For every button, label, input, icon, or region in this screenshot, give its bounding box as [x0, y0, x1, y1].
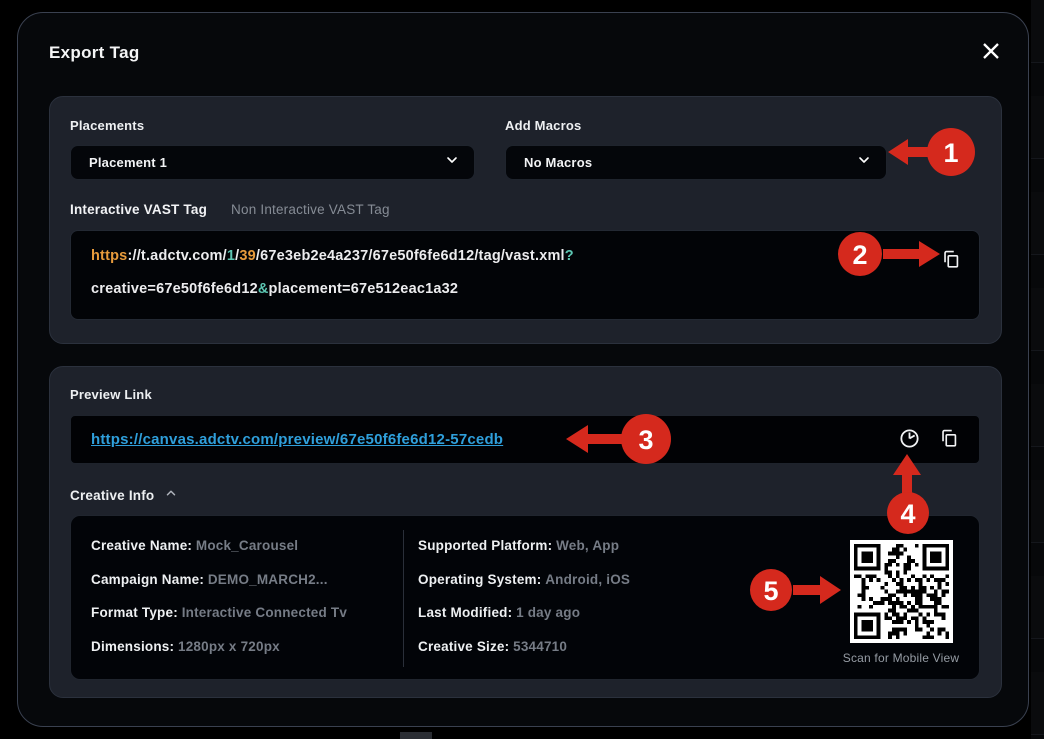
url-segment: 39 [239, 248, 256, 264]
preview-link-label: Preview Link [70, 387, 152, 402]
placements-label: Placements [70, 118, 144, 133]
url-segment: & [258, 281, 269, 297]
info-value: Mock_Carousel [196, 538, 298, 553]
info-value: Android, iOS [545, 572, 630, 587]
vast-tag-tabs: Interactive VAST Tag Non Interactive VAS… [70, 202, 390, 217]
url-segment: https [91, 248, 127, 264]
export-tag-modal: Export Tag Placements Placement 1 Add Ma… [17, 12, 1029, 727]
info-column-divider [403, 530, 404, 667]
info-row-dimensions: Dimensions: 1280px x 720px [91, 639, 280, 654]
background-artifact [400, 732, 432, 739]
info-value: Web, App [556, 538, 619, 553]
copy-icon [940, 248, 962, 273]
add-macros-label: Add Macros [505, 118, 581, 133]
url-segment: ://t.adctv.com/ [127, 248, 226, 264]
info-row-last-modified: Last Modified: 1 day ago [418, 605, 580, 620]
creative-info-toggle[interactable]: Creative Info [70, 486, 178, 505]
close-button[interactable] [975, 36, 1007, 68]
background-page-rows [1031, 0, 1044, 739]
url-segment: /67e3eb2e4a237/67e50f6fe6d12/tag/vast.xm… [256, 248, 565, 264]
chevron-up-icon [164, 486, 178, 505]
copy-icon [938, 427, 960, 452]
info-label: Operating System: [418, 572, 541, 587]
clock-icon [898, 427, 921, 453]
chevron-down-icon [856, 152, 872, 173]
info-row-format-type: Format Type: Interactive Connected Tv [91, 605, 347, 620]
copy-vast-tag-button[interactable] [939, 248, 963, 272]
preview-actions [897, 428, 961, 452]
url-segment: placement=67e512eac1a32 [269, 281, 459, 297]
info-value: DEMO_MARCH2... [208, 572, 328, 587]
tab-interactive-vast-tag[interactable]: Interactive VAST Tag [70, 202, 207, 217]
screen: Export Tag Placements Placement 1 Add Ma… [0, 0, 1044, 739]
vast-tag-section: Placements Placement 1 Add Macros No Mac… [49, 96, 1002, 344]
info-label: Creative Name: [91, 538, 192, 553]
url-segment: 1 [227, 248, 235, 264]
info-label: Campaign Name: [91, 572, 204, 587]
info-value: 1 day ago [516, 605, 580, 620]
info-row-campaign-name: Campaign Name: DEMO_MARCH2... [91, 572, 328, 587]
creative-info-label: Creative Info [70, 488, 154, 503]
placements-dropdown[interactable]: Placement 1 [70, 145, 475, 180]
info-value: 1280px x 720px [178, 639, 280, 654]
url-segment: ? [565, 248, 574, 264]
copy-preview-link-button[interactable] [937, 428, 961, 452]
info-value: Interactive Connected Tv [182, 605, 347, 620]
qr-code [850, 540, 953, 643]
vast-tag-url-box: https://t.adctv.com/1/39/67e3eb2e4a237/6… [70, 230, 980, 320]
qr-caption: Scan for Mobile View [826, 651, 976, 665]
info-label: Dimensions: [91, 639, 174, 654]
add-macros-selected-value: No Macros [524, 155, 856, 170]
info-label: Creative Size: [418, 639, 509, 654]
info-row-creative-name: Creative Name: Mock_Carousel [91, 538, 298, 553]
tab-non-interactive-vast-tag[interactable]: Non Interactive VAST Tag [231, 202, 390, 217]
preview-link-bar: https://canvas.adctv.com/preview/67e50f6… [70, 415, 980, 464]
close-icon [979, 39, 1003, 66]
info-row-creative-size: Creative Size: 5344710 [418, 639, 567, 654]
info-label: Supported Platform: [418, 538, 552, 553]
preview-timer-button[interactable] [897, 428, 921, 452]
info-row-operating-system: Operating System: Android, iOS [418, 572, 630, 587]
info-label: Last Modified: [418, 605, 512, 620]
vast-url-line-1: https://t.adctv.com/1/39/67e3eb2e4a237/6… [91, 240, 919, 273]
modal-title: Export Tag [49, 43, 140, 63]
info-value: 5344710 [513, 639, 567, 654]
creative-info-box: Creative Name: Mock_Carousel Campaign Na… [70, 515, 980, 680]
url-segment: creative=67e50f6fe6d12 [91, 281, 258, 297]
add-macros-dropdown[interactable]: No Macros [505, 145, 887, 180]
vast-url-line-2: creative=67e50f6fe6d12&placement=67e512e… [91, 273, 919, 306]
info-row-supported-platform: Supported Platform: Web, App [418, 538, 619, 553]
info-label: Format Type: [91, 605, 178, 620]
preview-section: Preview Link https://canvas.adctv.com/pr… [49, 366, 1002, 698]
placements-selected-value: Placement 1 [89, 155, 444, 170]
chevron-down-icon [444, 152, 460, 173]
preview-link-url[interactable]: https://canvas.adctv.com/preview/67e50f6… [91, 431, 503, 448]
